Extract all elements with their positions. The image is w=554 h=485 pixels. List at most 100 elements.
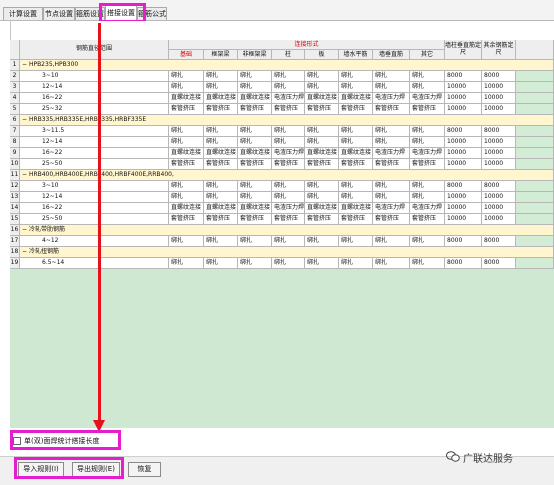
other-length-cell[interactable]: 10000: [482, 192, 516, 203]
category-row[interactable]: 6− HRB335,HRB335E,HRBF335,HRBF335E: [10, 115, 554, 126]
other-length-cell[interactable]: 8000: [482, 126, 516, 137]
connection-type-cell[interactable]: 直螺纹连接: [204, 203, 238, 214]
connection-type-cell[interactable]: 绑扎: [169, 82, 204, 93]
connection-type-cell[interactable]: 绑扎: [410, 181, 445, 192]
connection-type-cell[interactable]: 绑扎: [339, 258, 373, 269]
connection-type-cell[interactable]: 绑扎: [272, 181, 305, 192]
connection-type-cell[interactable]: 绑扎: [373, 126, 410, 137]
weld-lap-length-option[interactable]: 单(双)面焊统计搭接长度: [13, 437, 99, 446]
connection-type-cell[interactable]: 绑扎: [204, 126, 238, 137]
wall-column-length-cell[interactable]: 10000: [445, 104, 482, 115]
connection-type-cell[interactable]: 绑扎: [238, 181, 272, 192]
connection-type-cell[interactable]: 绑扎: [169, 236, 204, 247]
connection-type-cell[interactable]: 套管挤压: [339, 159, 373, 170]
connection-type-cell[interactable]: 套管挤压: [339, 214, 373, 225]
connection-type-cell[interactable]: 电渣压力焊: [373, 93, 410, 104]
connection-type-cell[interactable]: 直螺纹连接: [169, 148, 204, 159]
connection-type-cell[interactable]: 绑扎: [373, 82, 410, 93]
connection-type-cell[interactable]: 直螺纹连接: [238, 93, 272, 104]
wall-column-length-cell[interactable]: 8000: [445, 71, 482, 82]
wall-column-length-cell[interactable]: 8000: [445, 236, 482, 247]
wall-column-length-cell[interactable]: 10000: [445, 148, 482, 159]
connection-type-cell[interactable]: 绑扎: [238, 137, 272, 148]
other-length-cell[interactable]: 8000: [482, 236, 516, 247]
connection-type-cell[interactable]: 绑扎: [272, 258, 305, 269]
connection-type-cell[interactable]: 绑扎: [305, 181, 339, 192]
connection-type-cell[interactable]: 套管挤压: [373, 214, 410, 225]
connection-type-cell[interactable]: 绑扎: [339, 192, 373, 203]
connection-type-cell[interactable]: 套管挤压: [204, 159, 238, 170]
connection-type-cell[interactable]: 直螺纹连接: [204, 93, 238, 104]
category-row[interactable]: 1− HPB235,HPB300: [10, 60, 554, 71]
connection-type-cell[interactable]: 绑扎: [410, 236, 445, 247]
connection-type-cell[interactable]: 绑扎: [238, 82, 272, 93]
table-row[interactable]: 15 25~50 套管挤压 套管挤压 套管挤压 套管挤压 套管挤压 套管挤压 套管挤压 套管挤压 1…: [10, 214, 554, 225]
collapse-icon[interactable]: −: [22, 116, 29, 123]
other-length-cell[interactable]: 10000: [482, 214, 516, 225]
connection-type-cell[interactable]: 套管挤压: [272, 104, 305, 115]
connection-type-cell[interactable]: 电渣压力焊: [373, 203, 410, 214]
connection-type-cell[interactable]: 套管挤压: [410, 214, 445, 225]
category-row[interactable]: 16− 冷轧带肋钢筋: [10, 225, 554, 236]
connection-type-cell[interactable]: 套管挤压: [169, 104, 204, 115]
other-length-cell[interactable]: 10000: [482, 93, 516, 104]
connection-type-cell[interactable]: 绑扎: [339, 236, 373, 247]
connection-type-cell[interactable]: 套管挤压: [238, 104, 272, 115]
tab-node-settings[interactable]: 节点设置: [43, 7, 75, 20]
connection-type-cell[interactable]: 直螺纹连接: [305, 203, 339, 214]
connection-type-cell[interactable]: 直螺纹连接: [305, 93, 339, 104]
table-row[interactable]: 14 16~22 直螺纹连接 直螺纹连接 直螺纹连接 电渣压力焊 直螺纹连接 直螺纹连接 电渣压…: [10, 203, 554, 214]
connection-type-cell[interactable]: 绑扎: [339, 126, 373, 137]
wall-column-length-cell[interactable]: 10000: [445, 159, 482, 170]
connection-type-cell[interactable]: 直螺纹连接: [339, 148, 373, 159]
wall-column-length-cell[interactable]: 10000: [445, 203, 482, 214]
connection-type-cell[interactable]: 绑扎: [339, 181, 373, 192]
connection-type-cell[interactable]: 绑扎: [204, 192, 238, 203]
connection-type-cell[interactable]: 套管挤压: [410, 159, 445, 170]
connection-type-cell[interactable]: 绑扎: [410, 137, 445, 148]
table-row[interactable]: 9 16~22 直螺纹连接 直螺纹连接 直螺纹连接 电渣压力焊 直螺纹连接 直螺纹连接 电渣压力…: [10, 148, 554, 159]
other-length-cell[interactable]: 10000: [482, 104, 516, 115]
connection-type-cell[interactable]: 电渣压力焊: [272, 148, 305, 159]
other-length-cell[interactable]: 10000: [482, 159, 516, 170]
connection-type-cell[interactable]: 绑扎: [204, 236, 238, 247]
connection-type-cell[interactable]: 绑扎: [410, 258, 445, 269]
connection-type-cell[interactable]: 绑扎: [339, 137, 373, 148]
collapse-icon[interactable]: −: [22, 226, 29, 233]
connection-type-cell[interactable]: 套管挤压: [204, 214, 238, 225]
connection-type-cell[interactable]: 绑扎: [373, 258, 410, 269]
connection-type-cell[interactable]: 套管挤压: [305, 159, 339, 170]
connection-type-cell[interactable]: 套管挤压: [238, 159, 272, 170]
other-length-cell[interactable]: 10000: [482, 137, 516, 148]
connection-type-cell[interactable]: 直螺纹连接: [204, 148, 238, 159]
connection-type-cell[interactable]: 绑扎: [272, 71, 305, 82]
connection-type-cell[interactable]: 直螺纹连接: [339, 93, 373, 104]
connection-type-cell[interactable]: 套管挤压: [373, 104, 410, 115]
connection-type-cell[interactable]: 绑扎: [305, 71, 339, 82]
connection-type-cell[interactable]: 绑扎: [169, 192, 204, 203]
wall-column-length-cell[interactable]: 10000: [445, 214, 482, 225]
connection-type-cell[interactable]: 套管挤压: [169, 159, 204, 170]
connection-type-cell[interactable]: 绑扎: [410, 71, 445, 82]
connection-type-cell[interactable]: 直螺纹连接: [169, 203, 204, 214]
connection-type-cell[interactable]: 套管挤压: [272, 159, 305, 170]
weld-lap-checkbox[interactable]: [13, 437, 21, 445]
collapse-icon[interactable]: −: [22, 171, 29, 178]
connection-type-cell[interactable]: 绑扎: [305, 82, 339, 93]
restore-button[interactable]: 恢复: [128, 462, 161, 477]
connection-type-cell[interactable]: 绑扎: [339, 71, 373, 82]
connection-type-cell[interactable]: 套管挤压: [410, 104, 445, 115]
connection-type-cell[interactable]: 绑扎: [238, 71, 272, 82]
connection-type-cell[interactable]: 绑扎: [305, 258, 339, 269]
table-row[interactable]: 4 16~22 直螺纹连接 直螺纹连接 直螺纹连接 电渣压力焊 直螺纹连接 直螺纹连接 电渣压力…: [10, 93, 554, 104]
collapse-icon[interactable]: −: [22, 248, 29, 255]
wall-column-length-cell[interactable]: 8000: [445, 126, 482, 137]
other-length-cell[interactable]: 8000: [482, 258, 516, 269]
category-row[interactable]: 18− 冷轧扭钢筋: [10, 247, 554, 258]
connection-type-cell[interactable]: 绑扎: [169, 126, 204, 137]
connection-type-cell[interactable]: 绑扎: [238, 126, 272, 137]
wall-column-length-cell[interactable]: 10000: [445, 137, 482, 148]
table-row[interactable]: 17 4~12 绑扎 绑扎 绑扎 绑扎 绑扎 绑扎 绑扎 绑扎 8000 8000: [10, 236, 554, 247]
connection-type-cell[interactable]: 套管挤压: [272, 214, 305, 225]
connection-type-cell[interactable]: 绑扎: [204, 137, 238, 148]
